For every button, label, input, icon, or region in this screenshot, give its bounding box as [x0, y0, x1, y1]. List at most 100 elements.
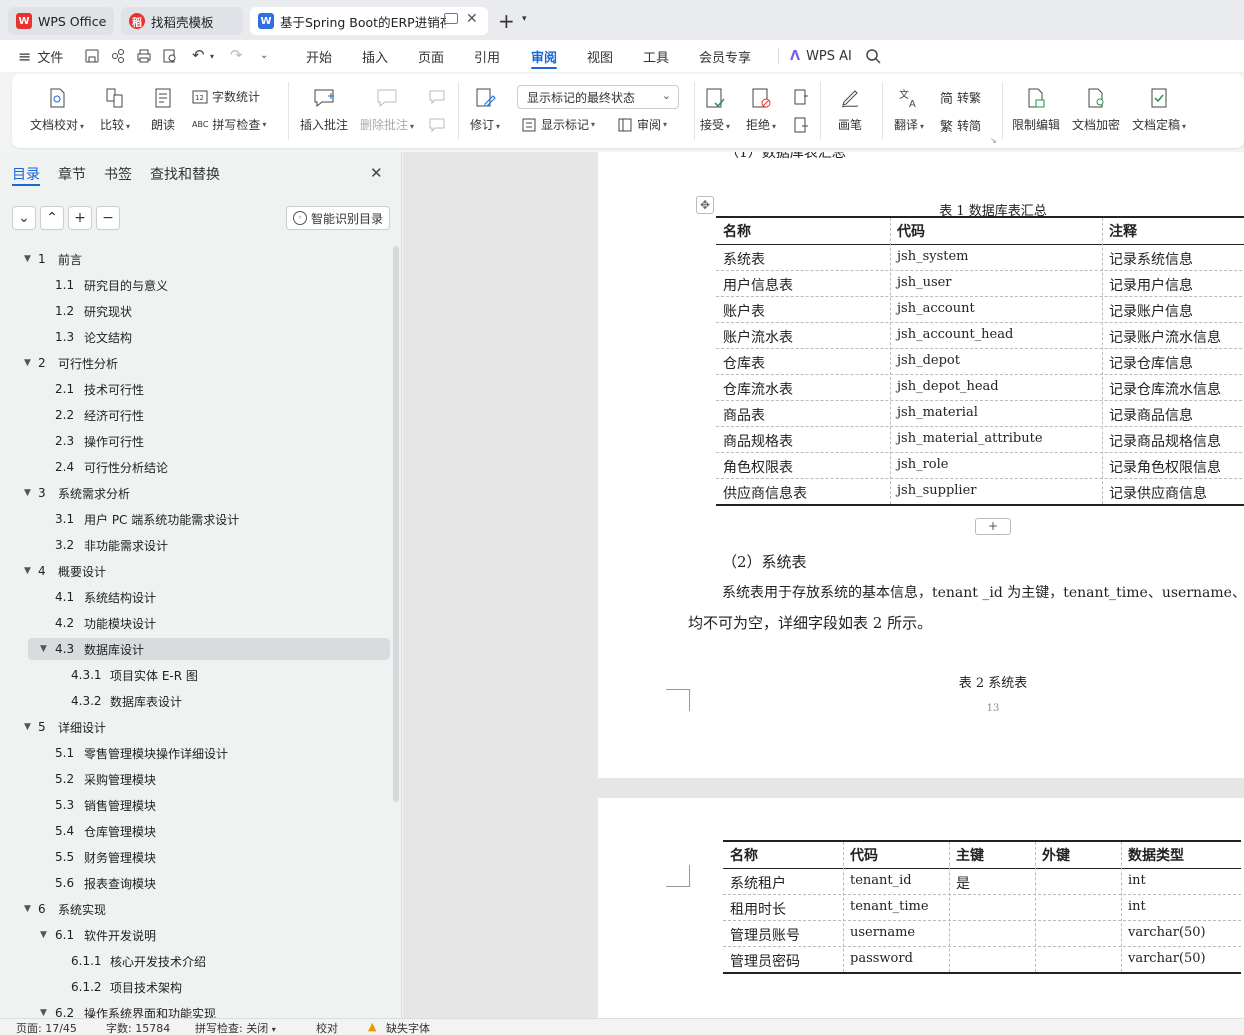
tab-chapters[interactable]: 章节 — [58, 164, 86, 184]
close-tab-icon[interactable]: ✕ — [466, 11, 478, 27]
more-chevron-icon[interactable]: ⌄ — [260, 50, 268, 61]
menu-references[interactable]: 引用 — [474, 40, 500, 72]
tab-document[interactable]: W 基于Spring Boot的ERP进销存 ✕ — [250, 7, 488, 35]
encrypt-button[interactable]: 文档加密 — [1072, 86, 1120, 133]
smart-toc-button[interactable]: ◦ 智能识别目录 — [286, 206, 390, 230]
prev-comment-icon[interactable] — [428, 88, 446, 106]
toc-item[interactable]: 5.1 零售管理模块操作详细设计 — [0, 742, 390, 764]
to-simplified-button[interactable]: 繁 转简 — [940, 116, 981, 135]
reject-button[interactable]: 拒绝 ▾ — [746, 86, 776, 133]
save-icon[interactable] — [84, 48, 100, 64]
accept-button[interactable]: 接受 ▾ — [700, 86, 730, 133]
toc-item[interactable]: ▼ 3 系统需求分析 — [0, 482, 390, 504]
toc-item[interactable]: 5.5 财务管理模块 — [0, 846, 390, 868]
search-icon[interactable] — [865, 48, 881, 64]
toc-item[interactable]: 3.2 非功能需求设计 — [0, 534, 390, 556]
spell-check-button[interactable]: ABC 拼写检查 ▾ — [192, 116, 266, 133]
undo-icon[interactable]: ↶ — [192, 46, 205, 64]
expand-up-button[interactable]: ⌃ — [40, 206, 64, 230]
toc-item[interactable]: 2.2 经济可行性 — [0, 404, 390, 426]
tab-wps-office[interactable]: W WPS Office — [8, 7, 114, 35]
collapse-all-button[interactable]: ⌄ — [12, 206, 36, 230]
toc-item[interactable]: 5.3 销售管理模块 — [0, 794, 390, 816]
screen-icon[interactable] — [444, 13, 458, 24]
markup-state-select[interactable]: 显示标记的最终状态 ⌄ — [517, 85, 679, 109]
new-tab-icon[interactable]: + — [498, 9, 515, 33]
word-count-button[interactable]: 12 字数统计 — [192, 88, 260, 105]
read-aloud-button[interactable]: 朗读 — [151, 86, 175, 133]
ink-button[interactable]: 画笔 — [838, 86, 862, 133]
delete-comment-button[interactable]: 删除批注 ▾ — [360, 86, 414, 133]
toc-item[interactable]: ▼ 5 详细设计 — [0, 716, 390, 738]
expand-triangle-icon[interactable]: ▼ — [24, 254, 31, 264]
doc-proofread-button[interactable]: 文档校对 ▾ — [30, 86, 84, 133]
finalize-button[interactable]: 文档定稿 ▾ — [1132, 86, 1186, 133]
tab-docer[interactable]: 稻 找稻壳模板 — [121, 7, 243, 35]
menu-view[interactable]: 视图 — [587, 40, 613, 72]
expand-triangle-icon[interactable]: ▼ — [24, 488, 31, 498]
restrict-edit-button[interactable]: 限制编辑 — [1012, 86, 1060, 133]
print-preview-icon[interactable] — [162, 48, 178, 64]
toc-item[interactable]: 3.1 用户 PC 端系统功能需求设计 — [0, 508, 390, 530]
tab-bookmarks[interactable]: 书签 — [104, 164, 132, 184]
toc-item[interactable]: 2.1 技术可行性 — [0, 378, 390, 400]
expand-triangle-icon[interactable]: ▼ — [40, 1008, 47, 1018]
toc-item[interactable]: 2.4 可行性分析结论 — [0, 456, 390, 478]
toc-item[interactable]: 2.3 操作可行性 — [0, 430, 390, 452]
toc-item[interactable]: 1.3 论文结构 — [0, 326, 390, 348]
expand-triangle-icon[interactable]: ▼ — [24, 904, 31, 914]
file-menu[interactable]: ≡ 文件 — [18, 40, 63, 72]
show-markup-button[interactable]: 显示标记 ▾ — [521, 116, 595, 133]
toc-item[interactable]: ▼ 6.1 软件开发说明 — [0, 924, 390, 946]
tab-find-replace[interactable]: 查找和替换 — [150, 164, 220, 184]
revise-button[interactable]: 修订 ▾ — [470, 86, 500, 133]
remove-heading-button[interactable]: − — [96, 206, 120, 230]
insert-comment-button[interactable]: 插入批注 — [300, 86, 348, 133]
menu-member[interactable]: 会员专享 — [699, 40, 751, 72]
toc-item[interactable]: ▼ 2 可行性分析 — [0, 352, 390, 374]
compare-button[interactable]: 比较 ▾ — [100, 86, 130, 133]
toc-item[interactable]: 4.3.2 数据库表设计 — [0, 690, 390, 712]
expand-triangle-icon[interactable]: ▼ — [40, 930, 47, 940]
tab-toc[interactable]: 目录 — [12, 164, 40, 184]
dialog-launcher-icon[interactable]: ↘ — [990, 136, 997, 145]
toc-item[interactable]: 1.2 研究现状 — [0, 300, 390, 322]
toc-item[interactable]: 5.2 采购管理模块 — [0, 768, 390, 790]
toc-item[interactable]: 4.1 系统结构设计 — [0, 586, 390, 608]
next-comment-icon[interactable] — [428, 116, 446, 134]
toc-item[interactable]: 5.4 仓库管理模块 — [0, 820, 390, 842]
expand-triangle-icon[interactable]: ▼ — [24, 722, 31, 732]
toc-scrollbar[interactable] — [393, 246, 399, 802]
toc-item[interactable]: 4.3.1 项目实体 E-R 图 — [0, 664, 390, 686]
spell-check-indicator[interactable]: 拼写检查: 关闭 ▾ — [195, 1020, 276, 1035]
add-row-button[interactable]: + — [975, 518, 1011, 535]
expand-triangle-icon[interactable]: ▼ — [40, 644, 47, 654]
toc-item[interactable]: 5.6 报表查询模块 — [0, 872, 390, 894]
share-icon[interactable] — [110, 48, 126, 64]
prev-revision-icon[interactable] — [792, 88, 810, 106]
toc-item[interactable]: ▼ 1 前言 — [0, 248, 390, 270]
toc-item[interactable]: ▼ 4.3 数据库设计 — [28, 638, 390, 660]
expand-triangle-icon[interactable]: ▼ — [24, 566, 31, 576]
wps-ai-button[interactable]: Ʌ WPS AI — [790, 40, 852, 72]
print-icon[interactable] — [136, 48, 152, 64]
expand-triangle-icon[interactable]: ▼ — [24, 358, 31, 368]
toc-item[interactable]: ▼ 6 系统实现 — [0, 898, 390, 920]
menu-review[interactable]: 审阅 — [531, 40, 558, 72]
toc-item[interactable]: 1.1 研究目的与意义 — [0, 274, 390, 296]
page-indicator[interactable]: 页面: 17/45 — [16, 1020, 77, 1035]
tab-list-chevron-icon[interactable]: ▾ — [522, 14, 527, 24]
close-panel-icon[interactable]: ✕ — [370, 164, 383, 182]
translate-button[interactable]: 文A 翻译 ▾ — [894, 86, 924, 133]
menu-start[interactable]: 开始 — [306, 40, 332, 72]
proofread-indicator[interactable]: 校对 — [316, 1020, 338, 1035]
toc-item[interactable]: ▼ 4 概要设计 — [0, 560, 390, 582]
menu-tools[interactable]: 工具 — [643, 40, 669, 72]
to-traditional-button[interactable]: 简 转繁 — [940, 88, 981, 107]
missing-font-indicator[interactable]: 缺失字体 — [386, 1020, 430, 1035]
word-count-indicator[interactable]: 字数: 15784 — [106, 1020, 170, 1035]
menu-insert[interactable]: 插入 — [362, 40, 388, 72]
undo-chevron-icon[interactable]: ▾ — [210, 52, 214, 61]
menu-page[interactable]: 页面 — [418, 40, 444, 72]
toc-item[interactable]: 4.2 功能模块设计 — [0, 612, 390, 634]
